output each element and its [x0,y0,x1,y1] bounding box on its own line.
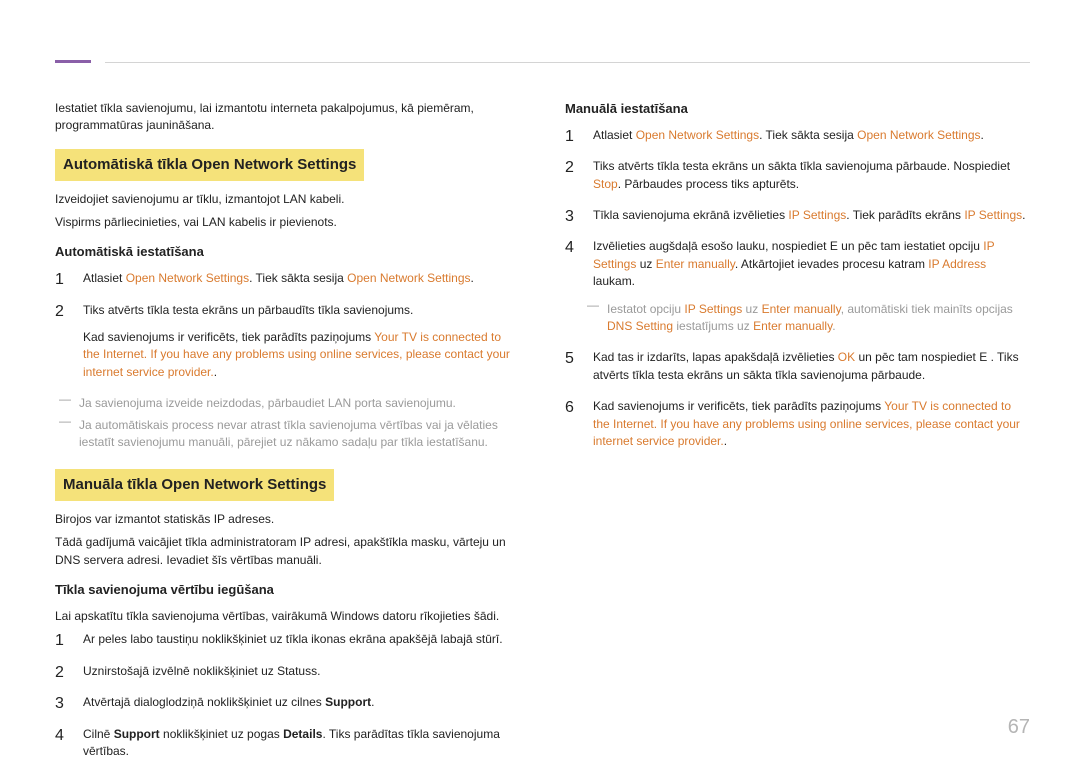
intro-text: Iestatiet tīkla savienojumu, lai izmanto… [55,100,520,135]
text: Kad savienojums ir verificēts, tiek parā… [593,399,884,413]
link-ip-settings: IP Settings [684,302,742,316]
text: . [214,365,217,379]
link-ok: OK [838,350,855,364]
sub-heading-auto-setup: Automātiskā iestatīšana [55,243,520,262]
text: Kad tas ir izdarīts, lapas apakšdaļā izv… [593,350,838,364]
manual-paragraph-1: Birojos var izmantot statiskās IP adrese… [55,511,520,528]
link-open-network-settings: Open Network Settings [347,271,470,285]
bold-support: Support [325,695,371,709]
horizontal-rule [105,62,1030,63]
text: . Pārbaudes process tiks apturēts. [618,177,799,191]
section-heading-auto: Automātiskā tīkla Open Network Settings [55,149,364,181]
text: . [724,434,727,448]
auto-setup-steps: Atlasiet Open Network Settings. Tiek sāk… [55,270,520,381]
text: noklikšķiniet uz pogas [160,727,283,741]
text: uz [742,302,761,316]
manual-setup-steps: Atlasiet Open Network Settings. Tiek sāk… [565,127,1030,450]
text: . Tiek sākta sesija [759,128,857,142]
page-number: 67 [1008,716,1030,739]
text: . Atkārtojiet ievades procesu katram [735,257,928,271]
text: Atlasiet [593,128,636,142]
text: Atlasiet [83,271,126,285]
text: . Tiek sākta sesija [249,271,347,285]
manual-step-3: Tīkla savienojuma ekrānā izvēlieties IP … [565,207,1030,224]
link-enter-manually: Enter manually [762,302,841,316]
link-ip-settings: IP Settings [964,208,1022,222]
text: Izvēlieties augšdaļā esošo lauku, nospie… [593,239,830,253]
get-values-steps: Ar peles labo taustiņu noklikšķiniet uz … [55,631,520,760]
text: . Tiek parādīts ekrāns [846,208,964,222]
values-step-4: Cilnē Support noklikšķiniet uz pogas Det… [55,726,520,761]
link-enter-manually: Enter manually [753,319,832,333]
auto-step-2-note: Kad savienojums ir verificēts, tiek parā… [83,329,520,381]
note-manual-fallback: Ja automātiskais process nevar atrast tī… [65,417,520,452]
text: un pēc tam iestatiet opciju [838,239,983,253]
text: uz [636,257,655,271]
right-column: Manuālā iestatīšana Atlasiet Open Networ… [565,100,1030,774]
text: laukam. [593,274,635,288]
section-heading-manual: Manuāla tīkla Open Network Settings [55,469,334,501]
manual-step-1: Atlasiet Open Network Settings. Tiek sāk… [565,127,1030,144]
link-ip-settings: IP Settings [788,208,846,222]
text: . [471,271,474,285]
manual-step-5: Kad tas ir izdarīts, lapas apakšdaļā izv… [565,349,1030,384]
values-step-1: Ar peles labo taustiņu noklikšķiniet uz … [55,631,520,648]
text: Cilnē [83,727,114,741]
get-values-intro: Lai apskatītu tīkla savienojuma vērtības… [55,608,520,625]
text: Kad savienojums ir verificēts, tiek parā… [83,330,374,344]
sub-heading-get-values: Tīkla savienojuma vērtību iegūšana [55,581,520,600]
manual-step-2: Tiks atvērts tīkla testa ekrāns un sākta… [565,158,1030,193]
values-step-2: Uznirstošajā izvēlnē noklikšķiniet uz St… [55,663,520,680]
note-lan-check: Ja savienojuma izveide neizdodas, pārbau… [65,395,520,412]
bold-details: Details [283,727,322,741]
text: Iestatot opciju [607,302,684,316]
text: . [371,695,374,709]
link-open-network-settings: Open Network Settings [636,128,759,142]
bold-support: Support [114,727,160,741]
auto-paragraph-2: Vispirms pārliecinieties, vai LAN kabeli… [55,214,520,231]
manual-step-6: Kad savienojums ir verificēts, tiek parā… [565,398,1030,450]
text: . [981,128,984,142]
link-stop: Stop [593,177,618,191]
manual-paragraph-2: Tādā gadījumā vaicājiet tīkla administra… [55,534,520,569]
text: iestatījums uz [673,319,753,333]
accent-bar [55,60,91,63]
left-column: Iestatiet tīkla savienojumu, lai izmanto… [55,100,520,774]
manual-step-4: Izvēlieties augšdaļā esošo lauku, nospie… [565,238,1030,335]
auto-step-1: Atlasiet Open Network Settings. Tiek sāk… [55,270,520,287]
sub-heading-manual-setup: Manuālā iestatīšana [565,100,1030,119]
text: Atvērtajā dialoglodziņā noklikšķiniet uz… [83,695,325,709]
values-step-3: Atvērtajā dialoglodziņā noklikšķiniet uz… [55,694,520,711]
enter-icon: E [830,239,838,253]
manual-page: Iestatiet tīkla savienojumu, lai izmanto… [0,0,1080,763]
link-enter-manually: Enter manually [656,257,735,271]
link-dns-setting: DNS Setting [607,319,673,333]
auto-paragraph-1: Izveidojiet savienojumu ar tīklu, izmant… [55,191,520,208]
note-dns-auto-change: Iestatot opciju IP Settings uz Enter man… [593,301,1030,336]
auto-step-2: Tiks atvērts tīkla testa ekrāns un pārba… [55,302,520,382]
text: . [1022,208,1025,222]
text: Tiks atvērts tīkla testa ekrāns un pārba… [83,303,413,317]
text: , automātiski tiek mainīts opcijas [841,302,1013,316]
link-open-network-settings: Open Network Settings [857,128,980,142]
text: un pēc tam nospiediet [855,350,979,364]
text: Tiks atvērts tīkla testa ekrāns un sākta… [593,159,1010,173]
link-open-network-settings: Open Network Settings [126,271,249,285]
text: . [832,319,835,333]
link-ip-address: IP Address [928,257,986,271]
text: Tīkla savienojuma ekrānā izvēlieties [593,208,788,222]
two-column-layout: Iestatiet tīkla savienojumu, lai izmanto… [55,30,1030,774]
